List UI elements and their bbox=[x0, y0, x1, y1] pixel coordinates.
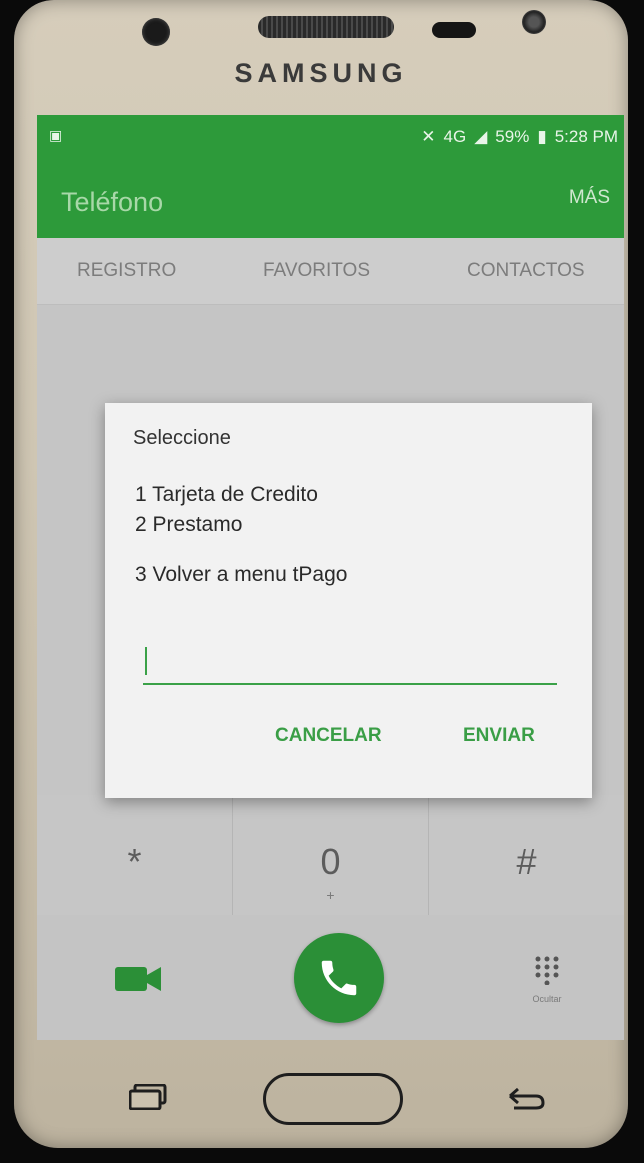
hardware-nav-bar bbox=[14, 1040, 628, 1148]
brand-logo: SAMSUNG bbox=[234, 58, 408, 88]
tab-contactos[interactable]: CONTACTOS bbox=[467, 260, 585, 282]
tab-registro[interactable]: REGISTRO bbox=[77, 260, 176, 282]
keypad-row: * 0 + # bbox=[37, 795, 624, 915]
earpiece-speaker bbox=[258, 16, 394, 38]
signal-icon: ◢ bbox=[474, 127, 488, 146]
mute-icon: ✕ bbox=[421, 127, 436, 146]
status-indicators: ✕ 4G ◢ 59% ▮ 5:28 PM bbox=[413, 127, 618, 147]
app-title: Teléfono bbox=[61, 187, 164, 217]
dialog-option: 2 Prestamo bbox=[135, 513, 243, 536]
text-cursor bbox=[145, 647, 147, 675]
phone-frame: SAMSUNG ▣ ✕ 4G ◢ 59% ▮ 5:28 PM Teléfono MÁS R… bbox=[14, 0, 628, 1148]
key-star[interactable]: * bbox=[37, 795, 233, 915]
battery-percent: 59% bbox=[495, 127, 530, 146]
key-digit: * bbox=[127, 841, 142, 882]
network-type: 4G bbox=[443, 127, 467, 146]
rear-camera bbox=[142, 18, 170, 46]
home-button[interactable] bbox=[263, 1073, 403, 1125]
app-bar: Teléfono MÁS bbox=[37, 159, 624, 238]
status-bar: ▣ ✕ 4G ◢ 59% ▮ 5:28 PM bbox=[37, 115, 624, 159]
key-hash[interactable]: # bbox=[429, 795, 624, 915]
cancel-button[interactable]: CANCELAR bbox=[275, 725, 382, 747]
dialog-title: Seleccione bbox=[133, 427, 231, 449]
key-zero[interactable]: 0 + bbox=[233, 795, 429, 915]
back-icon[interactable] bbox=[506, 1086, 546, 1115]
dialog-option: 3 Volver a menu tPago bbox=[135, 563, 348, 586]
ussd-dialog: Seleccione 1 Tarjeta de Credito 2 Presta… bbox=[105, 403, 592, 798]
tab-favoritos[interactable]: FAVORITOS bbox=[263, 260, 370, 282]
key-digit: 0 bbox=[320, 841, 341, 882]
notification-icon: ▣ bbox=[49, 127, 63, 143]
key-sub: + bbox=[326, 887, 335, 903]
dialog-option: 1 Tarjeta de Credito bbox=[135, 483, 318, 506]
call-actions: Ocultar bbox=[37, 915, 624, 1040]
response-input[interactable] bbox=[143, 641, 557, 685]
phone-icon bbox=[321, 960, 357, 996]
battery-icon: ▮ bbox=[537, 127, 547, 146]
tab-bar: REGISTRO FAVORITOS CONTACTOS bbox=[37, 238, 624, 305]
clock: 5:28 PM bbox=[554, 127, 618, 146]
send-button[interactable]: ENVIAR bbox=[463, 725, 535, 747]
call-button[interactable] bbox=[294, 933, 384, 1023]
recents-icon[interactable] bbox=[128, 1083, 167, 1115]
more-button[interactable]: MÁS bbox=[569, 187, 610, 209]
screen: ▣ ✕ 4G ◢ 59% ▮ 5:28 PM Teléfono MÁS REGISTRO … bbox=[37, 115, 624, 1040]
key-digit: # bbox=[516, 841, 537, 882]
hide-keypad-label: Ocultar bbox=[532, 994, 562, 1004]
front-camera bbox=[522, 10, 546, 34]
proximity-sensor bbox=[432, 22, 476, 38]
dialpad-icon[interactable]: Ocultar bbox=[517, 955, 577, 1004]
video-call-icon[interactable] bbox=[115, 965, 161, 998]
